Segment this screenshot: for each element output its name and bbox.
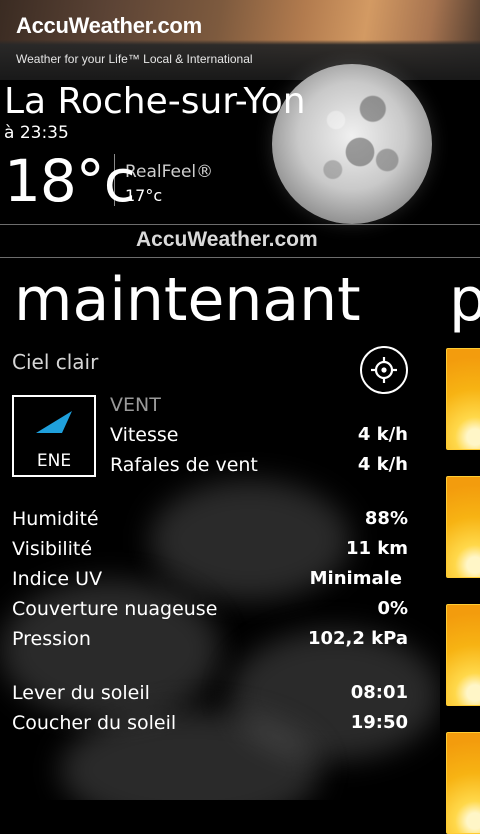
visibility-value: 11 km (345, 538, 408, 559)
wind-speed-value: 4 k/h (357, 424, 408, 445)
humidity-value: 88% (364, 508, 408, 529)
forecast-sun-icon[interactable] (446, 476, 480, 578)
locate-button[interactable] (360, 346, 408, 394)
uv-index-label: Indice UV (12, 568, 103, 590)
realfeel-label: RealFeel® (125, 162, 214, 182)
wind-direction: ENE (36, 451, 72, 471)
banner-logo: AccuWeather.com (16, 13, 202, 38)
forecast-sun-icon[interactable] (446, 348, 480, 450)
wind-direction-box: ENE (12, 395, 96, 477)
sky-condition: Ciel clair (12, 350, 99, 374)
forecast-sun-icon[interactable] (446, 604, 480, 706)
current-temperature: 18°c (4, 147, 136, 215)
banner-tagline: Weather for your Life™ Local & Internati… (16, 52, 253, 66)
uv-index-value: Minimale (309, 568, 402, 589)
sunset-value: 19:50 (350, 712, 408, 733)
forecast-sun-icon[interactable] (446, 732, 480, 834)
cloud-cover-value: 0% (377, 598, 408, 619)
accuweather-logo: AccuWeather.com (136, 228, 318, 251)
wind-speed-label: Vitesse (110, 424, 179, 446)
city-name: La Roche-sur-Yon (4, 81, 306, 122)
wind-gust-label: Rafales de vent (110, 454, 258, 476)
app-banner: AccuWeather.com Weather for your Life™ L… (0, 0, 480, 80)
sunrise-value: 08:01 (350, 682, 408, 703)
humidity-label: Humidité (12, 508, 99, 530)
visibility-label: Visibilité (12, 538, 93, 560)
pressure-label: Pression (12, 628, 91, 650)
crosshair-icon (371, 357, 397, 383)
next-panorama-title[interactable]: p (449, 262, 480, 338)
cloud-cover-label: Couverture nuageuse (12, 598, 218, 620)
panorama-title[interactable]: maintenant (14, 262, 361, 338)
pressure-value: 102,2 kPa (307, 628, 408, 649)
sunrise-label: Lever du soleil (12, 682, 150, 704)
wind-gust-value: 4 k/h (357, 454, 408, 475)
wind-title: VENT (110, 394, 161, 416)
sunset-label: Coucher du soleil (12, 712, 177, 734)
divider-bottom (0, 257, 480, 258)
divider-top (0, 224, 480, 225)
wind-arrow-icon (36, 411, 72, 433)
observation-time: à 23:35 (4, 123, 69, 143)
